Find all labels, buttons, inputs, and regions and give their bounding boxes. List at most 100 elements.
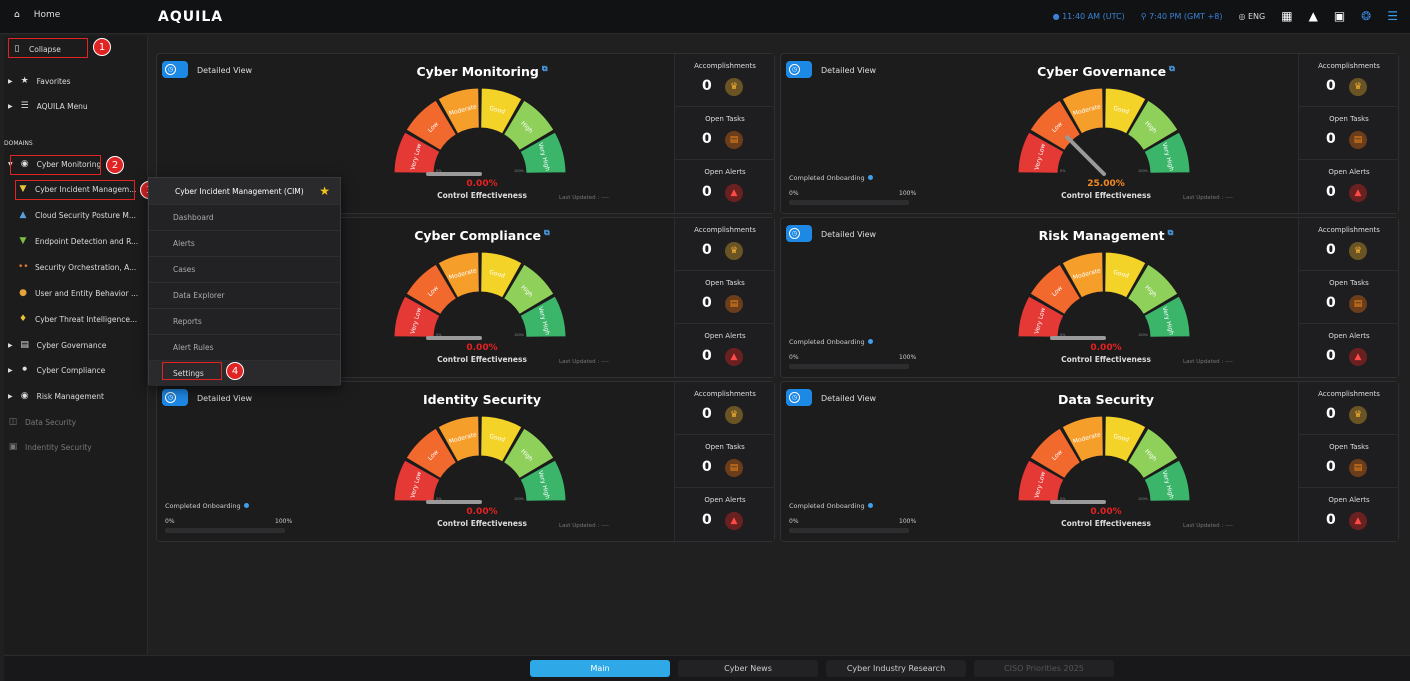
- external-link-icon[interactable]: ⧉: [544, 228, 550, 237]
- sidebar-subitem-cti[interactable]: ♦ Cyber Threat Intelligence...: [18, 308, 137, 330]
- gauge-svg: Very LowLowModerate GoodHighVery High0% 10…: [393, 415, 567, 504]
- popup-item-data-explorer[interactable]: Data Explorer: [149, 282, 340, 308]
- card-title[interactable]: Cyber Compliance ⧉: [362, 228, 602, 243]
- detailed-view-toggle[interactable]: ◷: [786, 61, 812, 78]
- sidebar-item-aquila-menu[interactable]: ▶ ☰ AQUILA Menu: [8, 95, 88, 117]
- accomplishments-block[interactable]: Accomplishments 0 ♛: [675, 54, 775, 107]
- detailed-view-toggle[interactable]: ◷: [786, 389, 812, 406]
- edr-icon: ▼: [19, 236, 27, 246]
- accomplishments-block[interactable]: Accomplishments 0 ♛: [675, 218, 775, 271]
- globe-icon: ◎: [1238, 11, 1246, 21]
- favorite-star-icon[interactable]: ★: [319, 184, 330, 198]
- detailed-view-toggle[interactable]: ◷: [162, 61, 188, 78]
- tab-ciso-priorities[interactable]: CISO Priorities 2025: [974, 660, 1114, 677]
- open-tasks-block[interactable]: Open Tasks 0 ▤: [1299, 435, 1399, 488]
- detailed-view-toggle[interactable]: ◷: [162, 389, 188, 406]
- info-dot-icon[interactable]: [867, 339, 873, 344]
- external-link-icon[interactable]: ⧉: [1168, 228, 1174, 237]
- popup-item-reports[interactable]: Reports: [149, 308, 340, 334]
- trophy-icon: ♛: [1349, 78, 1367, 96]
- toggle-knob-icon: ◷: [165, 392, 176, 403]
- cti-icon: ♦: [18, 314, 28, 324]
- open-alerts-block[interactable]: Open Alerts 0 ▲: [1299, 324, 1399, 377]
- sidebar-subitem-edr[interactable]: ▼ Endpoint Detection and R...: [18, 230, 139, 252]
- card-title[interactable]: Identity Security: [362, 392, 602, 407]
- open-alerts-block[interactable]: Open Alerts 0 ▲: [675, 488, 775, 541]
- utc-time: ● 11:40 AM (UTC): [1053, 12, 1125, 21]
- detailed-view-label: Detailed View: [821, 394, 877, 403]
- info-dot-icon[interactable]: [867, 175, 873, 180]
- clipboard-icon: ▤: [1349, 295, 1367, 313]
- external-link-icon[interactable]: ⧉: [1169, 64, 1175, 73]
- info-dot-icon[interactable]: [243, 503, 249, 508]
- last-updated: Last Updated : ----: [1183, 523, 1233, 529]
- card-title[interactable]: Cyber Governance ⧉: [986, 64, 1226, 79]
- bell-icon[interactable]: ▲: [1309, 9, 1318, 23]
- sidebar-item-risk-management[interactable]: ▶ ◉ Risk Management: [8, 385, 104, 407]
- warning-icon: ▲: [725, 184, 743, 202]
- accomplishments-block[interactable]: Accomplishments 0 ♛: [1299, 382, 1399, 435]
- warning-icon: ▲: [1349, 184, 1367, 202]
- popup-item-alert-rules[interactable]: Alert Rules: [149, 334, 340, 360]
- clipboard-icon: ▤: [725, 459, 743, 477]
- card-title-text: Risk Management: [1038, 228, 1165, 244]
- favorites-label: Favorites: [36, 76, 71, 86]
- building-icon[interactable]: ▦: [1281, 9, 1292, 23]
- tab-main[interactable]: Main: [530, 660, 670, 677]
- caret-right-icon: ▶: [8, 392, 13, 400]
- cim-popup-menu: Cyber Incident Management (CIM) ★ Dashbo…: [148, 177, 341, 386]
- sidebar-subitem-cspm[interactable]: ▲ Cloud Security Posture M...: [18, 204, 136, 226]
- card-title[interactable]: Data Security: [986, 392, 1226, 407]
- open-alerts-block[interactable]: Open Alerts 0 ▲: [675, 160, 775, 213]
- sidebar-subitem-ueba[interactable]: ● User and Entity Behavior ...: [18, 282, 138, 304]
- accomplishments-label: Accomplishments: [1318, 226, 1380, 234]
- app-root: ⌂ Home AQUILA ● 11:40 AM (UTC) ⚲ 7:40 PM…: [0, 0, 1410, 681]
- gauge-max-label: 100%: [1138, 169, 1149, 173]
- accomplishments-block[interactable]: Accomplishments 0 ♛: [675, 382, 775, 435]
- sidebar-item-favorites[interactable]: ▶ ★ Favorites: [8, 70, 71, 92]
- open-tasks-block[interactable]: Open Tasks 0 ▤: [1299, 271, 1399, 324]
- detailed-view-toggle[interactable]: ◷: [786, 225, 812, 242]
- open-tasks-block[interactable]: Open Tasks 0 ▤: [675, 435, 775, 488]
- cyber-compliance-label: Cyber Compliance: [36, 365, 106, 375]
- sidebar-subitem-soar[interactable]: •• Security Orchestration, A...: [18, 256, 136, 278]
- caret-right-icon: ▶: [8, 341, 13, 349]
- sidebar-item-cyber-compliance[interactable]: ▶ ⚫ Cyber Compliance: [8, 359, 105, 381]
- clipboard-icon: ▤: [725, 295, 743, 313]
- open-alerts-block[interactable]: Open Alerts 0 ▲: [1299, 488, 1399, 541]
- external-link-icon[interactable]: ⧉: [542, 64, 548, 73]
- gauge-svg: Very LowLowModerate GoodHighVery High0% 10…: [393, 251, 567, 340]
- popup-title: Cyber Incident Management (CIM): [149, 178, 340, 204]
- trophy-icon: ♛: [1349, 406, 1367, 424]
- clipboard-icon[interactable]: ▣: [1334, 9, 1345, 23]
- accomplishments-count: 0: [1326, 78, 1336, 94]
- card-title-text: Cyber Monitoring: [416, 64, 539, 80]
- card-title[interactable]: Risk Management ⧉: [986, 228, 1226, 243]
- utc-time-text: 11:40 AM (UTC): [1062, 11, 1125, 21]
- info-dot-icon[interactable]: [867, 503, 873, 508]
- popup-item-alerts[interactable]: Alerts: [149, 230, 340, 256]
- language-selector[interactable]: ◎ ENG: [1238, 12, 1265, 21]
- sidebar-item-identity-security[interactable]: ▣ Indentity Security: [8, 436, 92, 458]
- open-tasks-block[interactable]: Open Tasks 0 ▤: [1299, 107, 1399, 160]
- accomplishments-block[interactable]: Accomplishments 0 ♛: [1299, 54, 1399, 107]
- open-alerts-block[interactable]: Open Alerts 0 ▲: [1299, 160, 1399, 213]
- card-title[interactable]: Cyber Monitoring ⧉: [362, 64, 602, 79]
- hamburger-menu-icon[interactable]: ☰: [1387, 9, 1398, 23]
- sidebar-item-cyber-governance[interactable]: ▶ ▤ Cyber Governance: [8, 334, 106, 356]
- open-tasks-count: 0: [1326, 131, 1336, 147]
- open-tasks-block[interactable]: Open Tasks 0 ▤: [675, 107, 775, 160]
- open-alerts-block[interactable]: Open Alerts 0 ▲: [675, 324, 775, 377]
- popup-item-cases[interactable]: Cases: [149, 256, 340, 282]
- accomplishments-block[interactable]: Accomplishments 0 ♛: [1299, 218, 1399, 271]
- control-effectiveness-percent: 0.00%: [466, 179, 498, 189]
- tab-cyber-industry-research[interactable]: Cyber Industry Research: [826, 660, 966, 677]
- popup-item-dashboard[interactable]: Dashboard: [149, 204, 340, 230]
- open-tasks-block[interactable]: Open Tasks 0 ▤: [675, 271, 775, 324]
- tab-cyber-news[interactable]: Cyber News: [678, 660, 818, 677]
- sidebar-item-data-security[interactable]: ◫ Data Security: [8, 411, 76, 433]
- accomplishments-label: Accomplishments: [694, 226, 756, 234]
- support-icon[interactable]: ❂: [1361, 9, 1371, 23]
- star-icon: ★: [20, 76, 29, 86]
- home-link[interactable]: ⌂ Home: [14, 10, 60, 20]
